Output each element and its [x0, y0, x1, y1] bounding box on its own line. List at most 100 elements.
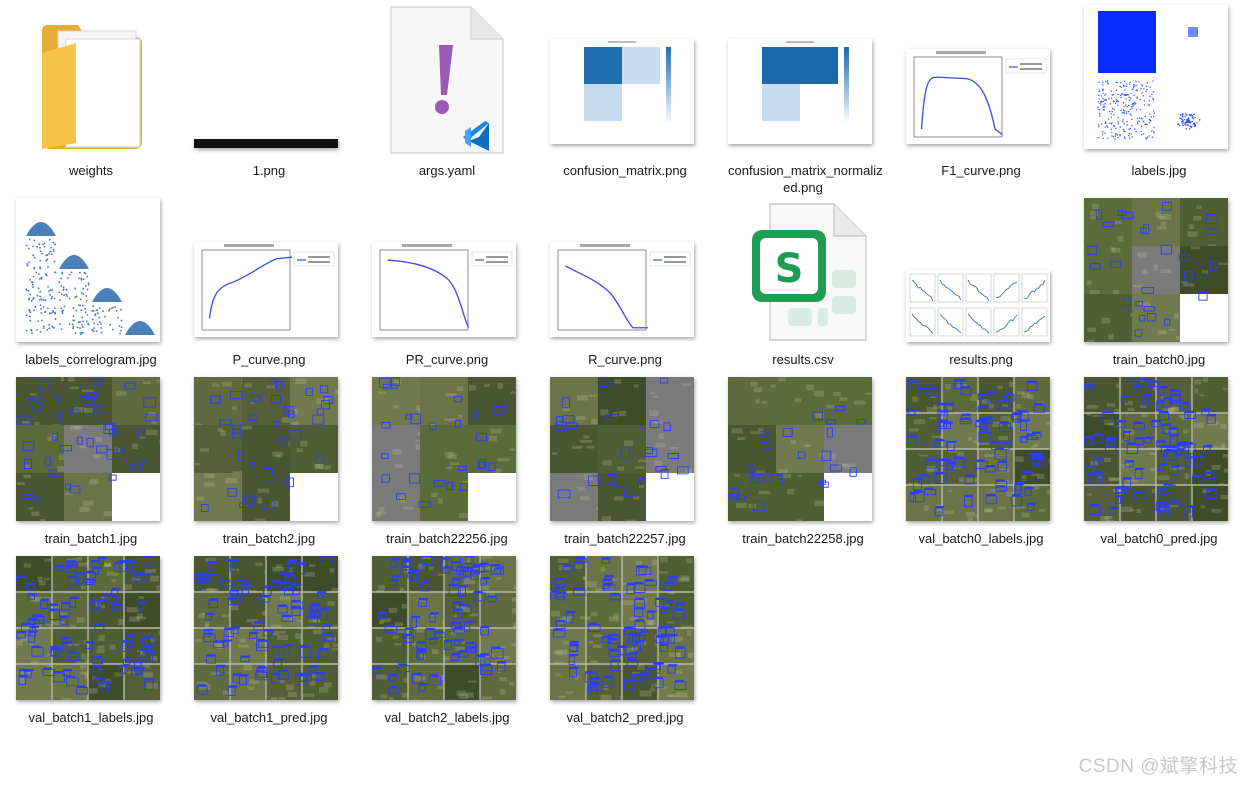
file-name-label: P_curve.png [232, 352, 306, 367]
image-thumbnail [550, 556, 700, 706]
file-item[interactable]: labels.jpg [1084, 5, 1234, 195]
thumbnail-image [372, 556, 516, 700]
file-item[interactable]: confusion_matrix.png [550, 5, 700, 195]
file-item[interactable]: F1_curve.png [906, 5, 1056, 195]
file-item[interactable]: train_batch22258.jpg [728, 377, 878, 567]
image-thumbnail [16, 377, 166, 527]
image-thumbnail [550, 377, 700, 527]
file-item[interactable]: 1.png [194, 5, 344, 195]
image-thumbnail [1084, 198, 1234, 348]
file-item[interactable]: P_curve.png [194, 198, 344, 388]
thumbnail-image [728, 377, 872, 521]
spreadsheet-file-icon: S [728, 198, 878, 348]
thumbnail-image [550, 242, 694, 337]
vscode-file-icon [389, 5, 505, 155]
thumbnail-image [194, 139, 338, 148]
file-name-label: F1_curve.png [941, 163, 1021, 178]
image-thumbnail [194, 377, 344, 527]
image-thumbnail [372, 198, 522, 348]
thumbnail-image [906, 377, 1050, 521]
file-name-label: train_batch2.jpg [222, 531, 316, 546]
thumbnail-image [906, 270, 1050, 342]
file-name-label: val_batch0_pred.jpg [1100, 531, 1218, 546]
image-thumbnail [194, 198, 344, 348]
file-name-label: val_batch0_labels.jpg [918, 531, 1044, 546]
thumbnail-image [1084, 5, 1228, 149]
image-thumbnail [728, 5, 878, 155]
file-item[interactable]: val_batch0_pred.jpg [1084, 377, 1234, 567]
image-thumbnail [372, 556, 522, 706]
vscode-file-icon [372, 5, 522, 155]
thumbnail-image [372, 242, 516, 337]
file-item[interactable]: train_batch0.jpg [1084, 198, 1234, 388]
thumbnail-image [194, 556, 338, 700]
image-thumbnail [1084, 5, 1234, 155]
file-name-label: val_batch2_labels.jpg [384, 710, 510, 725]
file-name-label: results.png [949, 352, 1013, 367]
thumbnail-image [550, 39, 694, 144]
file-item[interactable]: val_batch1_pred.jpg [194, 556, 344, 746]
svg-text:S: S [775, 246, 804, 292]
file-name-label: train_batch22257.jpg [564, 531, 686, 546]
image-thumbnail [194, 5, 344, 155]
image-thumbnail [1084, 377, 1234, 527]
file-name-label: val_batch1_labels.jpg [28, 710, 154, 725]
image-thumbnail [550, 5, 700, 155]
file-name-label: train_batch0.jpg [1112, 352, 1206, 367]
file-name-label: args.yaml [418, 163, 476, 178]
file-item[interactable]: train_batch22256.jpg [372, 377, 522, 567]
file-item[interactable]: R_curve.png [550, 198, 700, 388]
file-item[interactable]: labels_correlogram.jpg [16, 198, 166, 388]
image-thumbnail [550, 198, 700, 348]
thumbnail-image [906, 49, 1050, 144]
file-name-label: labels_correlogram.jpg [25, 352, 157, 367]
watermark: CSDN @斌擎科技 [1078, 756, 1238, 777]
file-name-label: confusion_matrix.png [563, 163, 687, 178]
image-thumbnail [906, 5, 1056, 155]
image-thumbnail [906, 377, 1056, 527]
file-item[interactable]: train_batch22257.jpg [550, 377, 700, 567]
folder-icon [16, 5, 166, 155]
thumbnail-image [550, 556, 694, 700]
thumbnail-image [372, 377, 516, 521]
file-name-label: PR_curve.png [405, 352, 489, 367]
thumbnail-image [16, 556, 160, 700]
file-item[interactable]: train_batch1.jpg [16, 377, 166, 567]
thumbnail-image [728, 39, 872, 144]
file-item[interactable]: train_batch2.jpg [194, 377, 344, 567]
image-thumbnail [16, 556, 166, 706]
thumbnail-image [1084, 198, 1228, 342]
file-item[interactable]: val_batch0_labels.jpg [906, 377, 1056, 567]
spreadsheet-file-icon: S [748, 200, 868, 346]
folder-icon [36, 13, 146, 153]
thumbnail-image [194, 377, 338, 521]
thumbnail-image [194, 242, 338, 337]
file-name-label: train_batch22258.jpg [742, 531, 864, 546]
file-item[interactable]: Sresults.csv [728, 198, 878, 388]
file-item[interactable]: val_batch2_pred.jpg [550, 556, 700, 746]
thumbnail-image [550, 377, 694, 521]
file-item[interactable]: val_batch2_labels.jpg [372, 556, 522, 746]
image-thumbnail [16, 198, 166, 348]
thumbnail-image [16, 198, 160, 342]
file-name-label: 1.png [252, 163, 286, 178]
file-name-label: val_batch2_pred.jpg [566, 710, 684, 725]
image-thumbnail [194, 556, 344, 706]
file-item[interactable]: confusion_matrix_normaliz ed.png [728, 5, 883, 195]
file-name-label: R_curve.png [588, 352, 662, 367]
file-name-label: train_batch1.jpg [44, 531, 138, 546]
file-name-label: results.csv [772, 352, 834, 367]
image-thumbnail [728, 377, 878, 527]
file-item[interactable]: val_batch1_labels.jpg [16, 556, 166, 746]
file-name-label: train_batch22256.jpg [386, 531, 508, 546]
file-name-label: weights [68, 163, 114, 178]
thumbnail-image [1084, 377, 1228, 521]
file-item[interactable]: PR_curve.png [372, 198, 522, 388]
file-name-label: confusion_matrix_normaliz ed.png [728, 163, 883, 195]
file-item[interactable]: weights [16, 5, 166, 195]
file-name-label: labels.jpg [1131, 163, 1187, 178]
file-item[interactable]: results.png [906, 198, 1056, 388]
image-thumbnail [906, 198, 1056, 348]
thumbnail-image [16, 377, 160, 521]
file-item[interactable]: args.yaml [372, 5, 522, 195]
